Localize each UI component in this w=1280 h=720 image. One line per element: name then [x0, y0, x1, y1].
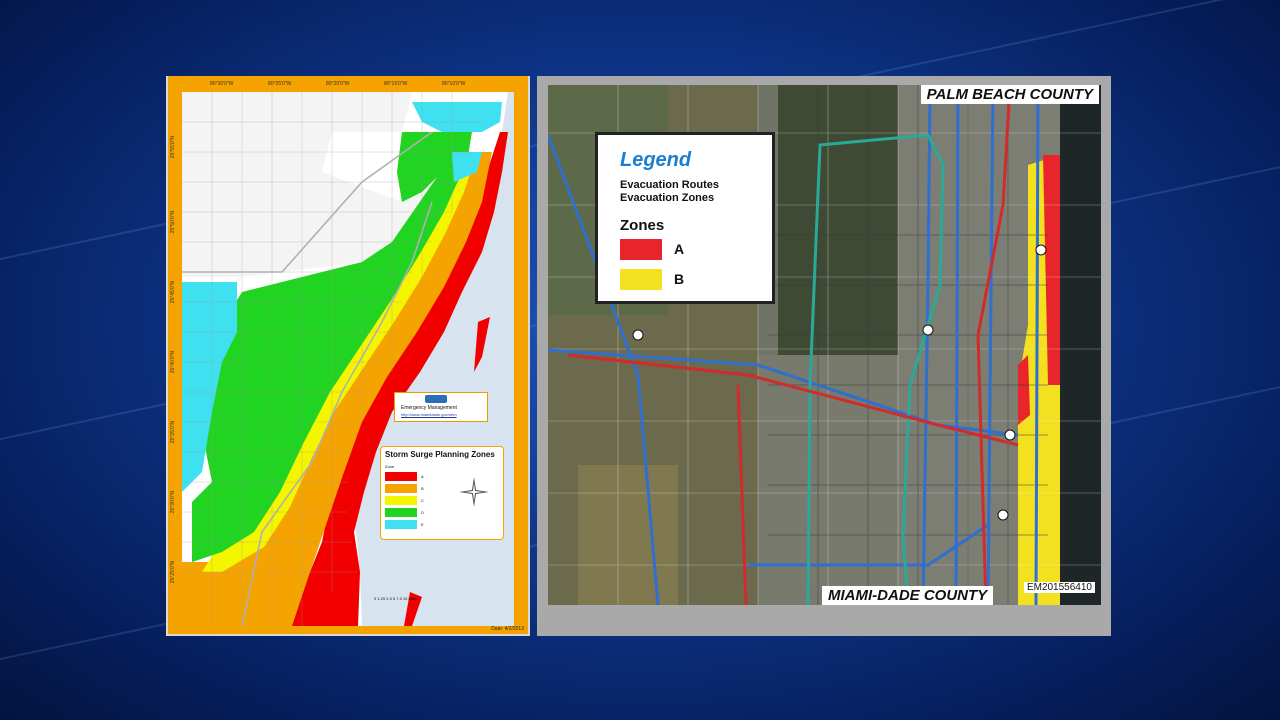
right-map-panel: PALM BEACH COUNTY MIAMI-DADE COUNTY EM20…	[537, 76, 1111, 636]
side-coord: 25°25'0"N	[170, 561, 176, 584]
logo-link[interactable]: http://www.miamidade.gov/oem	[401, 412, 457, 417]
zone-a-label: A	[674, 241, 685, 257]
legend-zones-line: Evacuation Zones	[620, 192, 715, 204]
zone-c-swatch	[385, 496, 417, 505]
zone-e-swatch	[385, 520, 417, 529]
storm-surge-map-canvas	[182, 92, 514, 626]
logo-text: Emergency Management	[401, 405, 457, 411]
top-coord: 80°20'0"W	[326, 81, 350, 87]
left-map-panel: 80°30'0"W 80°25'0"W 80°20'0"W 80°15'0"W …	[166, 76, 530, 636]
zone-d-swatch	[385, 508, 417, 517]
side-coord: 25°50'0"N	[170, 211, 176, 234]
zone-a-label: A	[421, 474, 424, 479]
zone-d-label: D	[421, 510, 424, 515]
legend-routes: Evacuation Routes	[620, 179, 720, 191]
zone-b-label: B	[674, 271, 685, 287]
top-coord: 80°15'0"W	[384, 81, 408, 87]
side-coord: 25°40'0"N	[170, 351, 176, 374]
storm-surge-zones-svg	[182, 92, 514, 626]
storm-surge-map[interactable]: 80°30'0"W 80°25'0"W 80°20'0"W 80°15'0"W …	[168, 76, 528, 634]
north-county-label: PALM BEACH COUNTY	[920, 85, 1099, 104]
legend-zones-title: Zones	[620, 217, 665, 234]
side-coord: 25°35'0"N	[170, 421, 176, 444]
side-coord: 25°45'0"N	[170, 281, 176, 304]
top-coord: 80°10'0"W	[442, 81, 466, 87]
zone-e-label: E	[421, 522, 424, 527]
top-coord: 80°30'0"W	[210, 81, 234, 87]
south-county-label: MIAMI-DADE COUNTY	[822, 586, 994, 605]
side-coord: 25°55'0"N	[170, 136, 176, 159]
county-logo-icon	[425, 395, 447, 403]
map-code: EM201556410	[1023, 582, 1095, 593]
zone-a-swatch	[620, 239, 662, 260]
compass-rose-icon	[459, 477, 489, 507]
storm-surge-legend: Storm Surge Planning Zones Zone A B C D …	[380, 446, 504, 540]
top-coord: 80°25'0"W	[268, 81, 292, 87]
scale-bar: 0 1.25 2.5 5 7.5 10 Miles	[374, 596, 418, 601]
zone-c-label: C	[421, 498, 424, 503]
legend-title: Legend	[620, 149, 692, 171]
side-coord: 25°30'0"N	[170, 491, 176, 514]
zone-b-swatch	[385, 484, 417, 493]
emergency-management-logo: Emergency Management http://www.miamidad…	[394, 392, 488, 422]
map-date: Date: 4/2/2013	[491, 626, 524, 632]
evacuation-legend: Legend Evacuation Routes Evacuation Zone…	[595, 132, 775, 304]
legend-zone-header: Zone	[385, 464, 395, 469]
evacuation-map[interactable]: PALM BEACH COUNTY MIAMI-DADE COUNTY EM20…	[548, 85, 1101, 605]
zone-b-swatch	[620, 269, 662, 290]
legend-title: Storm Surge Planning Zones	[385, 450, 495, 459]
zone-a-swatch	[385, 472, 417, 481]
zone-b-label: B	[421, 486, 424, 491]
